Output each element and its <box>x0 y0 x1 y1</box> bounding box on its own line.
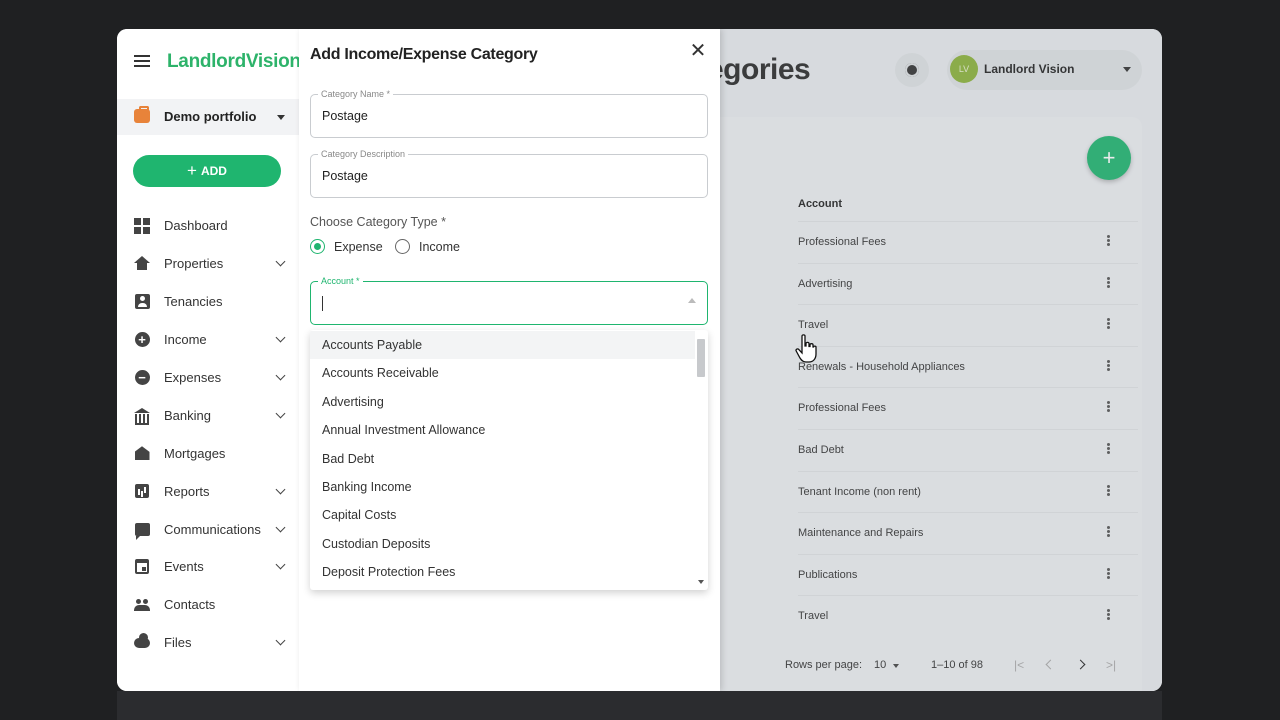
bar-chart-icon <box>134 483 150 499</box>
sidebar-item-income[interactable]: + Income <box>117 321 299 359</box>
cloud-icon <box>134 632 150 651</box>
radio-expense[interactable]: Expense <box>310 239 383 254</box>
sidebar-item-banking[interactable]: Banking <box>117 396 299 434</box>
hand-cursor-icon <box>795 334 817 363</box>
category-type-label: Choose Category Type * <box>310 215 446 229</box>
sidebar-item-label: Dashboard <box>164 218 228 234</box>
dashboard-icon <box>134 217 150 234</box>
radio-income-control[interactable] <box>395 239 410 254</box>
sidebar-item-label: Properties <box>164 256 224 272</box>
people-icon <box>134 597 150 613</box>
portfolio-label: Demo portfolio <box>164 109 257 124</box>
category-name-input[interactable] <box>322 109 682 123</box>
radio-income[interactable]: Income <box>395 239 460 254</box>
radio-expense-control[interactable] <box>310 239 325 254</box>
radio-expense-label: Expense <box>334 239 383 254</box>
sidebar-item-expenses[interactable]: − Expenses <box>117 359 299 397</box>
menu-icon[interactable] <box>134 55 150 67</box>
chat-icon <box>134 521 150 540</box>
chevron-down-icon[interactable] <box>275 332 286 343</box>
list-item[interactable]: Deposit Protection Fees <box>310 558 695 586</box>
portfolio-selector[interactable]: Demo portfolio <box>117 99 299 135</box>
sidebar-item-label: Income <box>164 332 207 348</box>
add-button[interactable]: + ADD <box>133 155 281 187</box>
radio-income-label: Income <box>419 239 460 254</box>
plus-icon: + <box>187 161 197 180</box>
sidebar-item-tenancies[interactable]: Tenancies <box>117 283 299 321</box>
app-window: LandlordVision Demo portfolio + ADD Dash… <box>117 29 1162 691</box>
caret-down-icon <box>277 115 285 120</box>
sidebar-item-label: Reports <box>164 483 210 499</box>
list-item[interactable]: Advertising <box>310 388 695 416</box>
sidebar-item-label: Expenses <box>164 370 222 385</box>
account-options-list: Deposit Protection Fees Custodian Deposit… <box>310 330 708 590</box>
logo: LandlordVision <box>167 51 301 72</box>
account-label: Account * <box>318 276 363 286</box>
list-item[interactable]: Custodian Deposits <box>310 530 695 558</box>
bottom-bar <box>117 691 1162 720</box>
sidebar-item-mortgages[interactable]: Mortgages <box>117 434 299 472</box>
text-caret <box>322 296 323 311</box>
chevron-down-icon[interactable] <box>275 370 286 381</box>
chevron-down-icon[interactable] <box>275 635 286 646</box>
add-category-dialog: Add Income/Expense Category ✕ Category N… <box>299 29 720 691</box>
chevron-down-icon[interactable] <box>275 484 286 495</box>
sidebar-item-label: Communications <box>164 521 261 537</box>
sidebar-item-contacts[interactable]: Contacts <box>117 586 299 624</box>
calendar-icon <box>134 559 150 575</box>
category-description-label: Category Description <box>318 149 409 159</box>
sidebar-item-label: Contacts <box>164 597 216 613</box>
category-name-field[interactable]: Category Name * <box>310 89 708 138</box>
person-card-icon <box>134 294 150 310</box>
list-item[interactable]: Annual Investment Allowance <box>310 416 695 444</box>
chevron-down-icon[interactable] <box>275 560 286 570</box>
bank-icon <box>134 407 150 425</box>
sidebar-item-label: Mortgages <box>164 445 226 461</box>
list-item[interactable]: Accounts Payable <box>310 331 695 360</box>
home-icon <box>134 256 150 272</box>
category-description-input[interactable] <box>322 169 682 183</box>
close-icon[interactable]: ✕ <box>689 41 707 61</box>
house-money-icon <box>134 445 150 461</box>
plus-circle-icon: + <box>134 332 150 348</box>
list-item[interactable]: Capital Costs <box>310 501 695 529</box>
sidebar-nav: Dashboard Properties Tenancies + Income − Expe… <box>117 207 299 662</box>
briefcase-icon <box>134 106 150 123</box>
dialog-title: Add Income/Expense Category <box>310 46 538 63</box>
sidebar-item-reports[interactable]: Reports <box>117 472 299 510</box>
sidebar-item-dashboard[interactable]: Dashboard <box>117 207 299 245</box>
chevron-down-icon[interactable] <box>275 408 286 419</box>
sidebar-item-communications[interactable]: Communications <box>117 510 299 548</box>
category-name-label: Category Name * <box>318 89 394 99</box>
chevron-down-icon[interactable] <box>275 256 286 267</box>
list-item[interactable]: Bad Debt <box>310 445 695 473</box>
scroll-down-icon[interactable] <box>698 580 704 584</box>
sidebar-item-label: Tenancies <box>164 294 223 310</box>
sidebar-item-label: Events <box>164 559 204 575</box>
list-item[interactable]: Accounts Receivable <box>310 359 695 387</box>
sidebar-item-files[interactable]: Files <box>117 624 299 662</box>
sidebar: LandlordVision Demo portfolio + ADD Dash… <box>117 29 301 691</box>
add-button-label: ADD <box>200 164 227 178</box>
sidebar-item-label: Banking <box>164 407 211 423</box>
sidebar-item-label: Files <box>164 635 192 651</box>
category-description-field[interactable]: Category Description <box>310 149 708 198</box>
chevron-up-icon[interactable] <box>688 298 696 303</box>
minus-circle-icon: − <box>134 370 150 386</box>
list-item[interactable]: Banking Income <box>310 473 695 501</box>
chevron-down-icon[interactable] <box>275 522 286 533</box>
scrollbar-thumb[interactable] <box>697 339 705 377</box>
sidebar-item-events[interactable]: Events <box>117 548 299 586</box>
sidebar-item-properties[interactable]: Properties <box>117 245 299 283</box>
account-field[interactable]: Account * <box>310 276 708 325</box>
